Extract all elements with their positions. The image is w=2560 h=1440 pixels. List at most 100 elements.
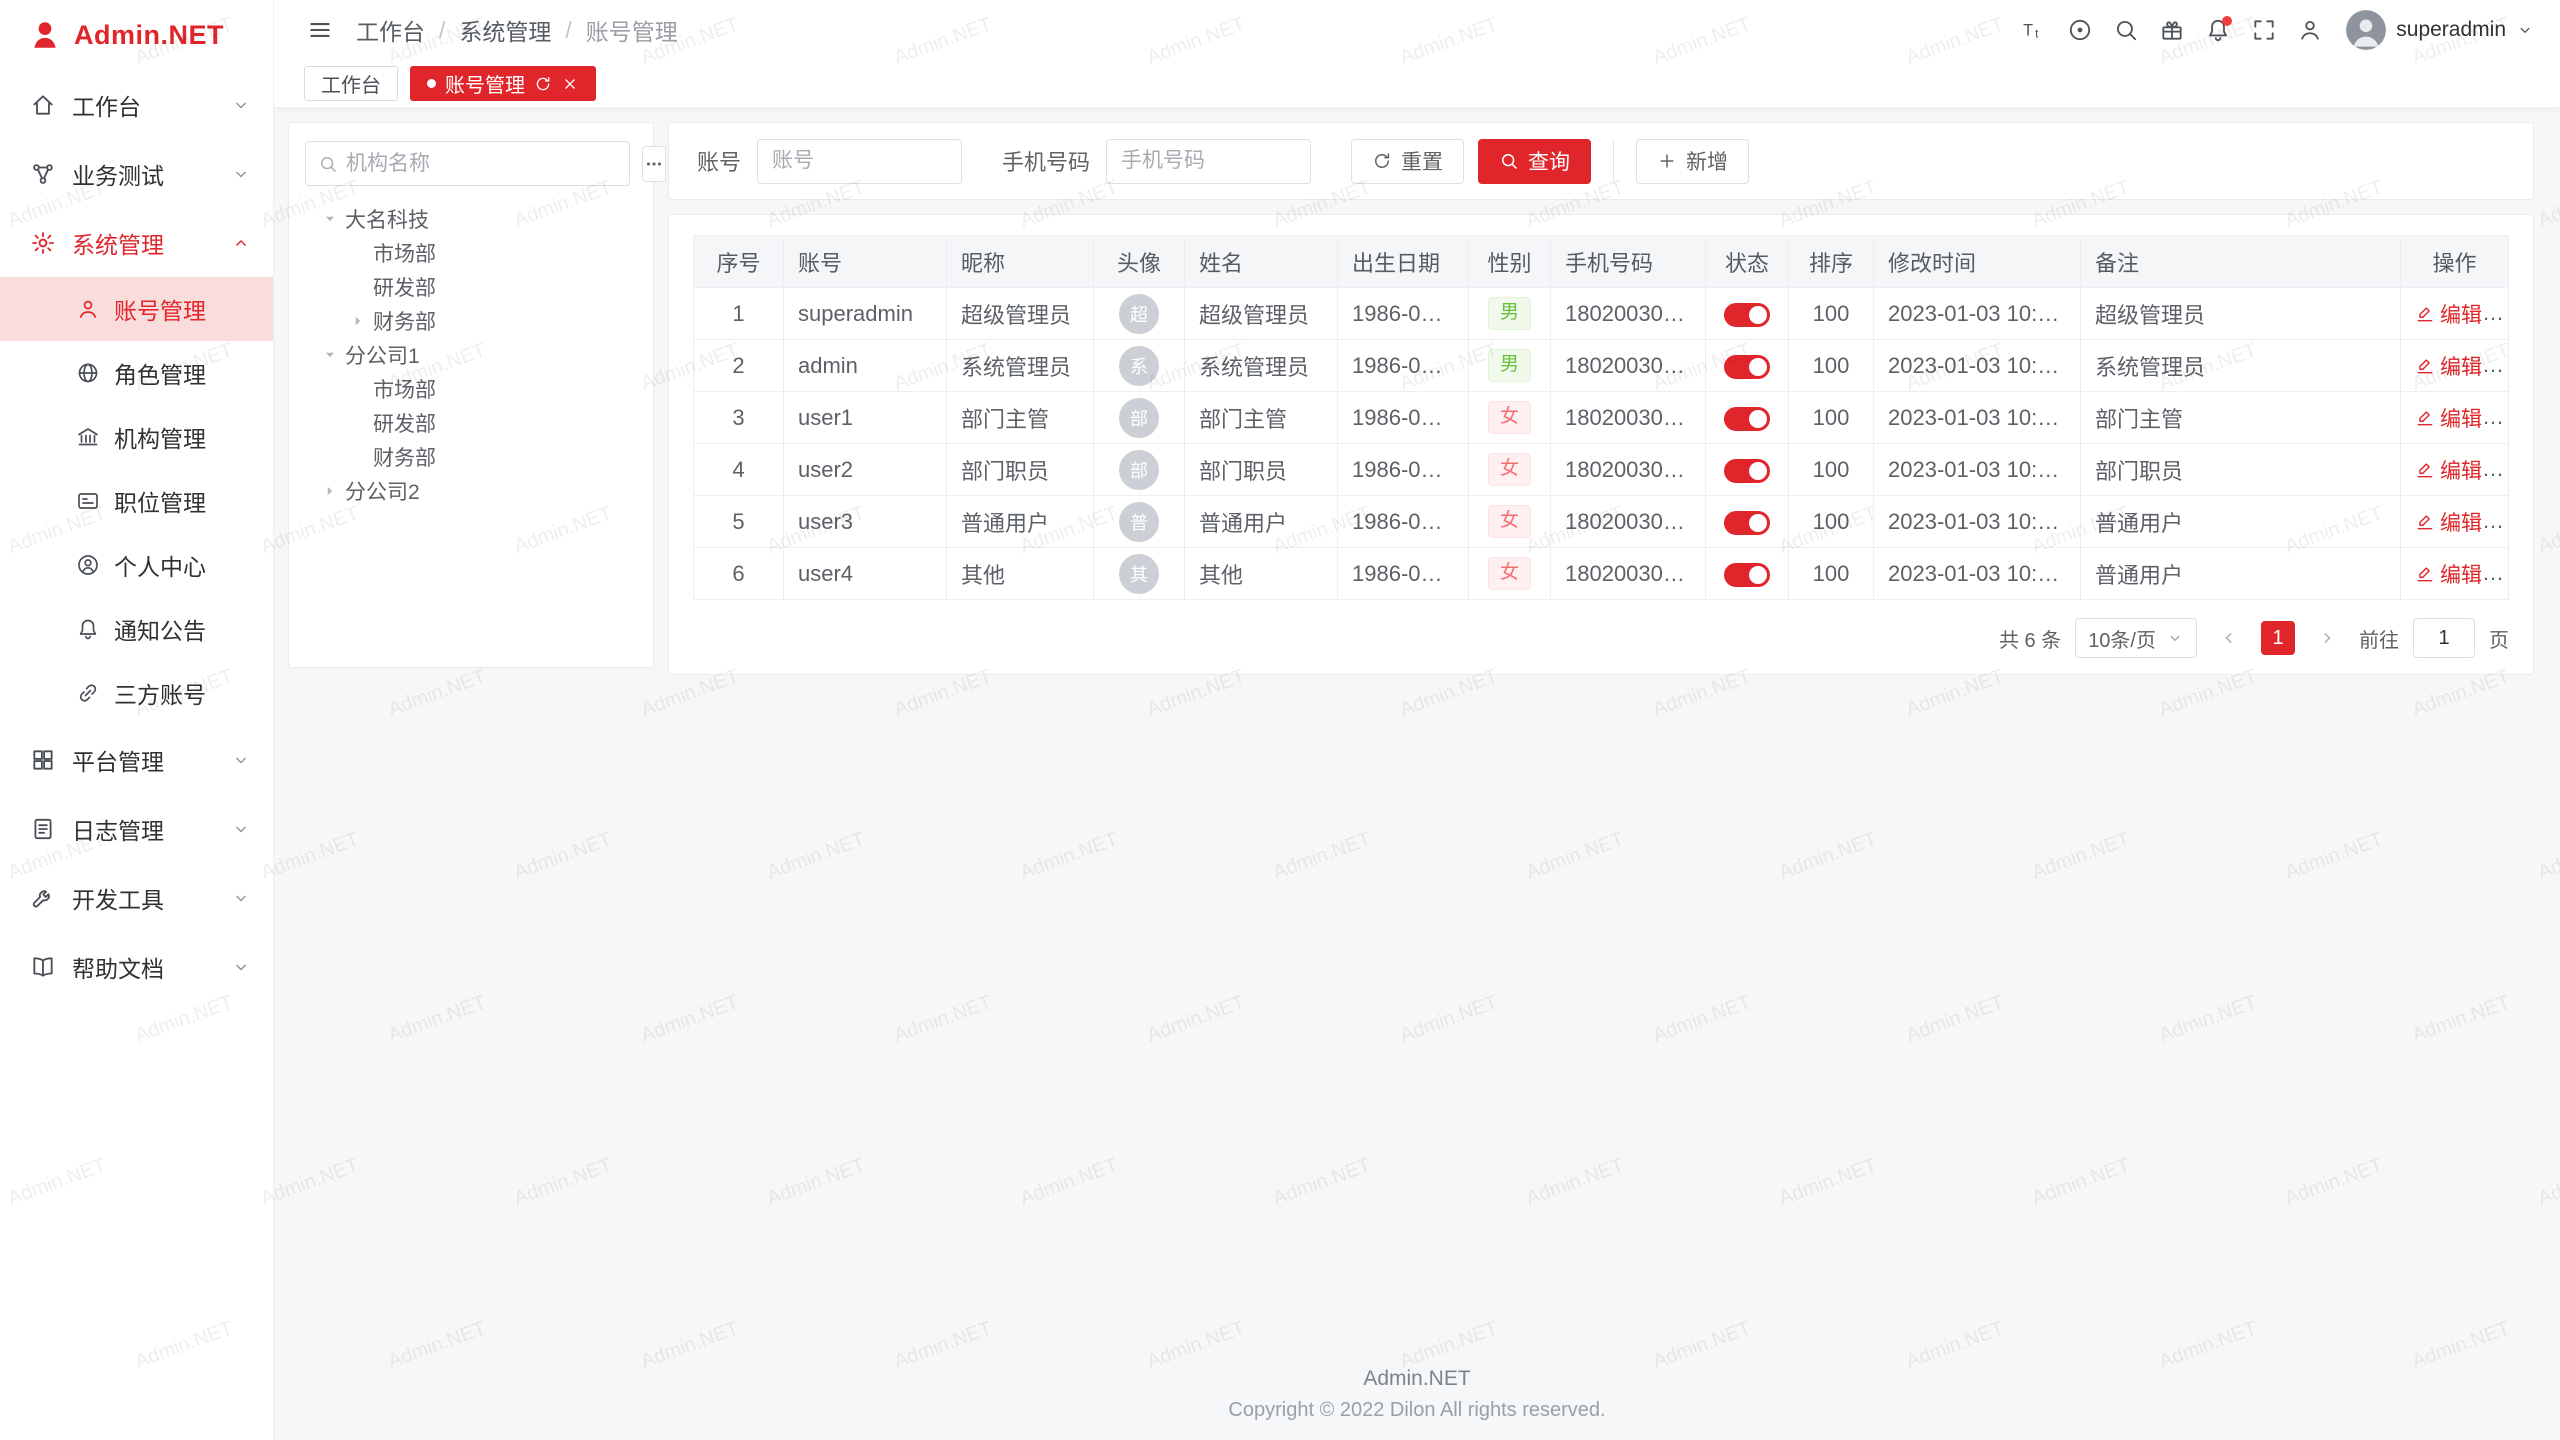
gender-badge: 男 bbox=[1488, 349, 1531, 382]
tree-node[interactable]: 财务部 bbox=[305, 304, 637, 338]
sidebar-item-help-docs[interactable]: 帮助文档 bbox=[0, 932, 273, 1001]
cell-actions: 编辑 bbox=[2401, 444, 2509, 496]
svg-text:t: t bbox=[2035, 27, 2039, 41]
next-page-button[interactable] bbox=[2309, 620, 2345, 656]
column-header: 排序 bbox=[1789, 236, 1874, 288]
sidebar-item-workbench[interactable]: 工作台 bbox=[0, 70, 273, 139]
prev-page-button[interactable] bbox=[2211, 620, 2247, 656]
cell-modified: 2023-01-03 10:59:44 bbox=[1874, 496, 2081, 548]
sidebar-item-log-management[interactable]: 日志管理 bbox=[0, 794, 273, 863]
cell-actions: 编辑 bbox=[2401, 496, 2509, 548]
query-button[interactable]: 查询 bbox=[1478, 139, 1591, 184]
tree-node[interactable]: 市场部 bbox=[305, 372, 637, 406]
org-search-input[interactable] bbox=[346, 152, 617, 176]
tree-expand-icon[interactable] bbox=[317, 342, 343, 368]
tab-account-management[interactable]: 账号管理 bbox=[410, 66, 596, 101]
edit-button[interactable]: 编辑 bbox=[2415, 559, 2482, 589]
sidebar-item-system-management[interactable]: 系统管理 bbox=[0, 208, 273, 277]
status-toggle[interactable] bbox=[1724, 563, 1770, 587]
sidebar-subitem-account-management[interactable]: 账号管理 bbox=[0, 277, 273, 341]
status-toggle[interactable] bbox=[1724, 459, 1770, 483]
status-toggle[interactable] bbox=[1724, 407, 1770, 431]
account-input[interactable] bbox=[757, 139, 962, 184]
topbar: 工作台/系统管理/账号管理 Tt superadmin bbox=[274, 0, 2560, 60]
status-toggle[interactable] bbox=[1724, 355, 1770, 379]
locate-icon[interactable] bbox=[2060, 10, 2100, 50]
breadcrumb-item[interactable]: 工作台 bbox=[356, 13, 425, 47]
font-size-icon[interactable]: Tt bbox=[2014, 10, 2054, 50]
tree-node[interactable]: 研发部 bbox=[305, 270, 637, 304]
cell-phone: 18020030720 bbox=[1551, 548, 1706, 600]
sidebar-subitem-third-party-account[interactable]: 三方账号 bbox=[0, 661, 273, 725]
page-number-current[interactable]: 1 bbox=[2261, 621, 2295, 655]
sidebar-subitem-position-management[interactable]: 职位管理 bbox=[0, 469, 273, 533]
gift-icon[interactable] bbox=[2152, 10, 2192, 50]
edit-button[interactable]: 编辑 bbox=[2415, 403, 2482, 433]
accounts-table-card: 序号账号昵称头像姓名出生日期性别手机号码状态排序修改时间备注操作 1 super… bbox=[668, 214, 2534, 675]
cell-modified: 2023-01-03 10:59:44 bbox=[1874, 444, 2081, 496]
tree-expand-icon[interactable] bbox=[317, 206, 343, 232]
tree-node[interactable]: 研发部 bbox=[305, 406, 637, 440]
tree-node[interactable]: 分公司2 bbox=[305, 474, 637, 508]
cell-seq: 1 bbox=[694, 288, 784, 340]
column-header: 状态 bbox=[1706, 236, 1789, 288]
goto-page-input[interactable] bbox=[2413, 618, 2475, 658]
sidebar-subitem-role-management[interactable]: 角色管理 bbox=[0, 341, 273, 405]
status-toggle[interactable] bbox=[1724, 511, 1770, 535]
cell-modified: 2023-01-03 10:59:44 bbox=[1874, 548, 2081, 600]
table-row: 3 user1 部门主管 部 部门主管 1986-06-28 女 1802003… bbox=[694, 392, 2509, 444]
cell-phone: 18020030720 bbox=[1551, 392, 1706, 444]
edit-button[interactable]: 编辑 bbox=[2415, 507, 2482, 537]
status-toggle[interactable] bbox=[1724, 303, 1770, 327]
cell-seq: 6 bbox=[694, 548, 784, 600]
tree-node[interactable]: 分公司1 bbox=[305, 338, 637, 372]
tree-node[interactable]: 财务部 bbox=[305, 440, 637, 474]
topbar-icons: Tt bbox=[2014, 10, 2330, 50]
sidebar-item-dev-tools[interactable]: 开发工具 bbox=[0, 863, 273, 932]
edit-button[interactable]: 编辑 bbox=[2415, 299, 2482, 329]
hamburger-icon[interactable] bbox=[300, 10, 340, 50]
user-menu[interactable]: superadmin bbox=[2346, 10, 2534, 50]
fullscreen-icon[interactable] bbox=[2244, 10, 2284, 50]
cell-phone: 18020030720 bbox=[1551, 340, 1706, 392]
page-size-select[interactable]: 10条/页 bbox=[2075, 618, 2197, 658]
cell-status bbox=[1706, 340, 1789, 392]
cell-order: 100 bbox=[1789, 392, 1874, 444]
goto-suffix: 页 bbox=[2489, 624, 2509, 653]
profile-icon[interactable] bbox=[2290, 10, 2330, 50]
notification-bell-icon[interactable] bbox=[2198, 10, 2238, 50]
cell-name: 部门主管 bbox=[1185, 392, 1338, 444]
reset-button[interactable]: 重置 bbox=[1351, 139, 1464, 184]
breadcrumb-item[interactable]: 账号管理 bbox=[586, 13, 678, 47]
sidebar-subitem-personal-center[interactable]: 个人中心 bbox=[0, 533, 273, 597]
column-header: 账号 bbox=[784, 236, 947, 288]
phone-input[interactable] bbox=[1106, 139, 1311, 184]
edit-button[interactable]: 编辑 bbox=[2415, 455, 2482, 485]
cell-name: 系统管理员 bbox=[1185, 340, 1338, 392]
tree-expand-icon[interactable] bbox=[345, 308, 371, 334]
brand-logo[interactable]: Admin.NET bbox=[0, 0, 273, 70]
edit-button[interactable]: 编辑 bbox=[2415, 351, 2482, 381]
search-icon[interactable] bbox=[2106, 10, 2146, 50]
sidebar-subitem-org-management[interactable]: 机构管理 bbox=[0, 405, 273, 469]
tree-node[interactable]: 市场部 bbox=[305, 236, 637, 270]
sidebar-item-platform-management[interactable]: 平台管理 bbox=[0, 725, 273, 794]
breadcrumb-item[interactable]: 系统管理 bbox=[459, 13, 551, 47]
sidebar-item-business-test[interactable]: 业务测试 bbox=[0, 139, 273, 208]
goto-label: 前往 bbox=[2359, 624, 2399, 653]
add-button[interactable]: 新增 bbox=[1636, 139, 1749, 184]
tree-node[interactable]: 大名科技 bbox=[305, 202, 637, 236]
cell-birthdate: 1986-06-28 bbox=[1338, 392, 1469, 444]
tab-refresh-icon[interactable] bbox=[534, 75, 552, 93]
cell-account: admin bbox=[784, 340, 947, 392]
divider bbox=[1613, 140, 1614, 182]
cell-nickname: 其他 bbox=[947, 548, 1094, 600]
tab-workbench[interactable]: 工作台 bbox=[304, 66, 398, 101]
tree-expand-icon[interactable] bbox=[317, 478, 343, 504]
tab-close-icon[interactable] bbox=[561, 75, 579, 93]
sidebar-subitem-notice-announcement[interactable]: 通知公告 bbox=[0, 597, 273, 661]
cell-status bbox=[1706, 548, 1789, 600]
org-more-button[interactable] bbox=[642, 146, 666, 182]
cell-birthdate: 1986-06-28 bbox=[1338, 496, 1469, 548]
cell-seq: 4 bbox=[694, 444, 784, 496]
